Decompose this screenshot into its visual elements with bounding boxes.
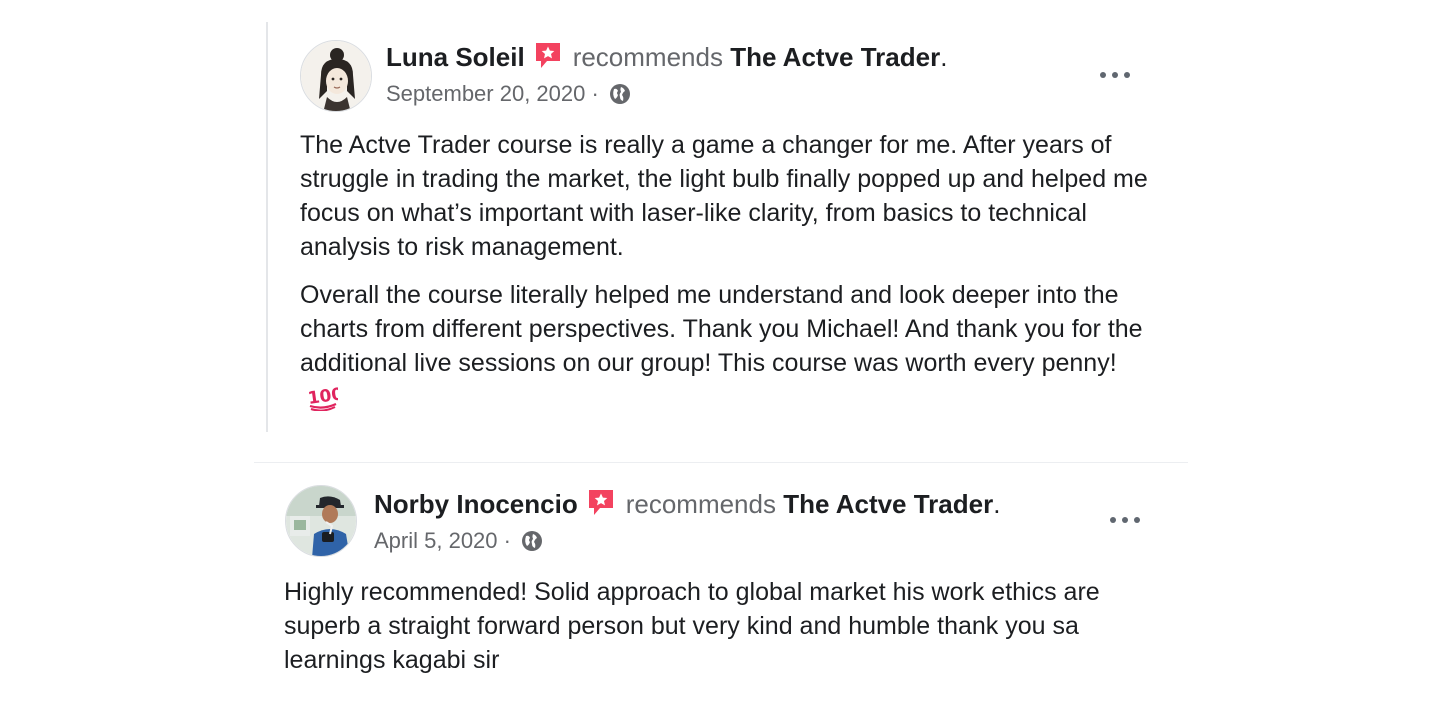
recommendation-badge-icon [586,487,616,517]
post-meta: September 20, 2020 · [386,80,631,108]
header-period: . [993,489,1001,519]
recommendation-post: Norby Inocencio recommends The Actve Trad… [254,462,1188,710]
author-name[interactable]: Norby Inocencio [374,489,578,519]
post-paragraph: Overall the course literally helped me u… [300,278,1150,420]
post-body: Highly recommended! Solid approach to gl… [284,575,1114,691]
avatar-photo [286,486,356,556]
avatar[interactable] [285,485,357,557]
post-paragraph: The Actve Trader course is really a game… [300,131,1148,261]
meta-separator: · [591,81,599,106]
hundred-points-emoji-icon: 100 [307,384,345,420]
avatar-illustration [301,41,371,111]
post-body: The Actve Trader course is really a game… [300,128,1150,434]
recommendation-post: Luna Soleil recommends The Actve Trader. … [266,22,1174,432]
more-options-icon[interactable] [1110,509,1146,529]
author-name[interactable]: Luna Soleil [386,42,525,72]
post-header: Norby Inocencio recommends The Actve Trad… [374,487,1000,520]
header-period: . [940,42,948,72]
meta-separator: · [503,528,511,553]
page-name[interactable]: The Actve Trader [730,42,940,72]
recommends-label: recommends [572,42,723,72]
avatar[interactable] [300,40,372,112]
post-paragraph-text: Overall the course literally helped me u… [300,281,1143,377]
globe-icon [521,530,543,552]
page-name[interactable]: The Actve Trader [783,489,993,519]
post-header: Luna Soleil recommends The Actve Trader. [386,40,947,73]
recommends-label: recommends [625,489,776,519]
post-date[interactable]: April 5, 2020 [374,528,498,553]
more-options-icon[interactable] [1100,64,1136,84]
post-paragraph: Highly recommended! Solid approach to gl… [284,578,1100,674]
globe-icon [609,83,631,105]
recommendation-badge-icon [533,40,563,70]
post-date[interactable]: September 20, 2020 [386,81,585,106]
post-meta: April 5, 2020 · [374,527,543,555]
